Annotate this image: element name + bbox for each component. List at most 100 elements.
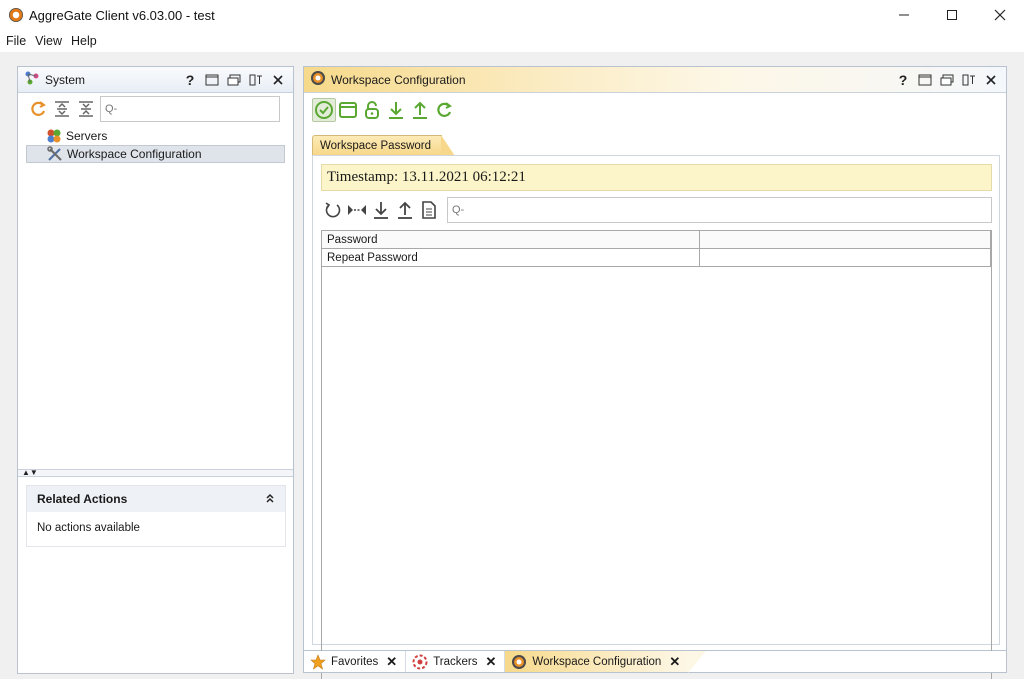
collapse-all-button[interactable] bbox=[74, 97, 98, 121]
reload-button[interactable] bbox=[432, 98, 456, 122]
window-button[interactable] bbox=[336, 98, 360, 122]
reload-properties-button[interactable] bbox=[321, 198, 345, 222]
document-icon bbox=[422, 201, 436, 219]
close-tab-button[interactable]: ✕ bbox=[386, 654, 397, 670]
close-panel-button[interactable] bbox=[980, 70, 1002, 90]
menu-view[interactable]: View bbox=[31, 34, 66, 48]
window-icon bbox=[205, 74, 219, 85]
tab-trackers[interactable]: Trackers ✕ bbox=[406, 651, 506, 672]
close-tab-button[interactable]: ✕ bbox=[669, 654, 680, 670]
pin-icon bbox=[962, 74, 975, 85]
aggregate-icon bbox=[310, 70, 326, 89]
collapse-chevron-icon[interactable] bbox=[265, 493, 275, 506]
splitter-arrows-icon: ▲▼ bbox=[22, 468, 38, 477]
system-tree: Servers Workspace Configuration bbox=[18, 125, 293, 165]
unlock-button[interactable] bbox=[360, 98, 384, 122]
bottom-tab-bar: Favorites ✕ Trackers ✕ Workspace Configu… bbox=[303, 651, 1007, 673]
repeat-password-field[interactable] bbox=[700, 249, 991, 266]
close-window-button[interactable] bbox=[976, 0, 1024, 30]
upload-icon bbox=[413, 101, 427, 119]
search-icon: Q- bbox=[105, 103, 118, 115]
refresh-icon bbox=[31, 101, 46, 116]
check-circle-icon bbox=[315, 101, 333, 119]
related-actions-empty: No actions available bbox=[37, 522, 140, 534]
restore-panel-button[interactable] bbox=[936, 70, 958, 90]
window-title: AggreGate Client v6.03.00 - test bbox=[29, 7, 215, 23]
menu-file[interactable]: File bbox=[2, 34, 30, 48]
maximize-icon bbox=[947, 10, 957, 20]
pin-panel-button[interactable] bbox=[245, 70, 267, 90]
tree-item-workspace-configuration[interactable]: Workspace Configuration bbox=[26, 145, 285, 163]
help-button[interactable]: ? bbox=[179, 70, 201, 90]
workspace-configuration-panel: Workspace Configuration ? Workspace Pass… bbox=[303, 66, 1007, 679]
bind-button[interactable] bbox=[345, 198, 369, 222]
property-tabs: Workspace Password Timestamp: 13.11.2021… bbox=[312, 135, 1000, 679]
properties-table: Password Repeat Password bbox=[321, 230, 992, 679]
maximize-button[interactable] bbox=[928, 0, 976, 30]
minimize-icon bbox=[899, 14, 909, 16]
system-panel-title: System bbox=[45, 72, 86, 87]
restore-panel-button[interactable] bbox=[223, 70, 245, 90]
refresh-button[interactable] bbox=[26, 97, 50, 121]
upload-icon bbox=[398, 201, 412, 219]
export-button[interactable] bbox=[393, 198, 417, 222]
tab-workspace-password[interactable]: Workspace Password bbox=[312, 135, 455, 156]
system-panel-header: System ? bbox=[18, 67, 293, 93]
servers-icon bbox=[46, 128, 62, 144]
panel-splitter[interactable]: ▲▼ bbox=[18, 468, 293, 477]
system-tree-icon bbox=[24, 70, 40, 89]
download-button[interactable] bbox=[384, 98, 408, 122]
pin-icon bbox=[249, 74, 262, 85]
system-toolbar: Q- bbox=[18, 93, 293, 125]
maximize-panel-button[interactable] bbox=[914, 70, 936, 90]
properties-search-input[interactable]: Q- bbox=[447, 197, 992, 223]
close-panel-button[interactable] bbox=[267, 70, 289, 90]
report-button[interactable] bbox=[417, 198, 441, 222]
related-actions-section: Related Actions No actions available bbox=[26, 485, 286, 547]
expand-icon bbox=[55, 101, 69, 117]
upload-button[interactable] bbox=[408, 98, 432, 122]
window-icon bbox=[918, 74, 932, 85]
tab-favorites[interactable]: Favorites ✕ bbox=[304, 651, 407, 672]
tree-item-label: Workspace Configuration bbox=[67, 147, 202, 161]
close-tab-button[interactable]: ✕ bbox=[486, 654, 497, 670]
aggregate-logo-icon bbox=[9, 8, 23, 22]
reload-icon bbox=[325, 202, 341, 218]
window-icon bbox=[339, 102, 357, 118]
tab-label: Workspace Configuration bbox=[532, 655, 662, 668]
password-field[interactable] bbox=[700, 231, 991, 248]
tab-workspace-configuration[interactable]: Workspace Configuration ✕ bbox=[505, 651, 707, 673]
menu-bar: File View Help bbox=[0, 30, 1024, 52]
related-actions-header[interactable]: Related Actions bbox=[27, 486, 285, 512]
system-search-input[interactable]: Q- bbox=[100, 96, 280, 122]
tab-label: Trackers bbox=[433, 655, 478, 668]
trackers-icon bbox=[412, 654, 428, 670]
expand-all-button[interactable] bbox=[50, 97, 74, 121]
property-name: Repeat Password bbox=[322, 249, 700, 266]
tree-item-servers[interactable]: Servers bbox=[26, 127, 285, 145]
collapse-icon bbox=[79, 101, 93, 117]
properties-toolbar: Q- bbox=[321, 196, 992, 224]
close-icon bbox=[986, 74, 996, 85]
system-panel: System ? Q- Servers Workspace Configurat… bbox=[17, 66, 294, 674]
import-button[interactable] bbox=[369, 198, 393, 222]
timestamp-bar: Timestamp: 13.11.2021 06:12:21 bbox=[321, 164, 992, 191]
help-button[interactable]: ? bbox=[892, 70, 914, 90]
restore-icon bbox=[940, 74, 954, 85]
search-icon: Q- bbox=[452, 204, 465, 216]
table-row: Password bbox=[322, 231, 991, 249]
save-button[interactable] bbox=[312, 98, 336, 122]
bind-icon bbox=[348, 205, 366, 215]
menu-help[interactable]: Help bbox=[67, 34, 101, 48]
pin-panel-button[interactable] bbox=[958, 70, 980, 90]
property-name: Password bbox=[322, 231, 700, 248]
minimize-button[interactable] bbox=[880, 0, 928, 30]
download-icon bbox=[374, 202, 388, 219]
aggregate-icon bbox=[511, 654, 527, 670]
refresh-icon bbox=[437, 102, 452, 117]
workspace-panel-header: Workspace Configuration ? bbox=[304, 67, 1006, 93]
tab-content: Timestamp: 13.11.2021 06:12:21 Q- Passwo… bbox=[312, 155, 1000, 679]
maximize-panel-button[interactable] bbox=[201, 70, 223, 90]
related-actions-title: Related Actions bbox=[37, 492, 128, 506]
lock-icon bbox=[365, 101, 379, 119]
